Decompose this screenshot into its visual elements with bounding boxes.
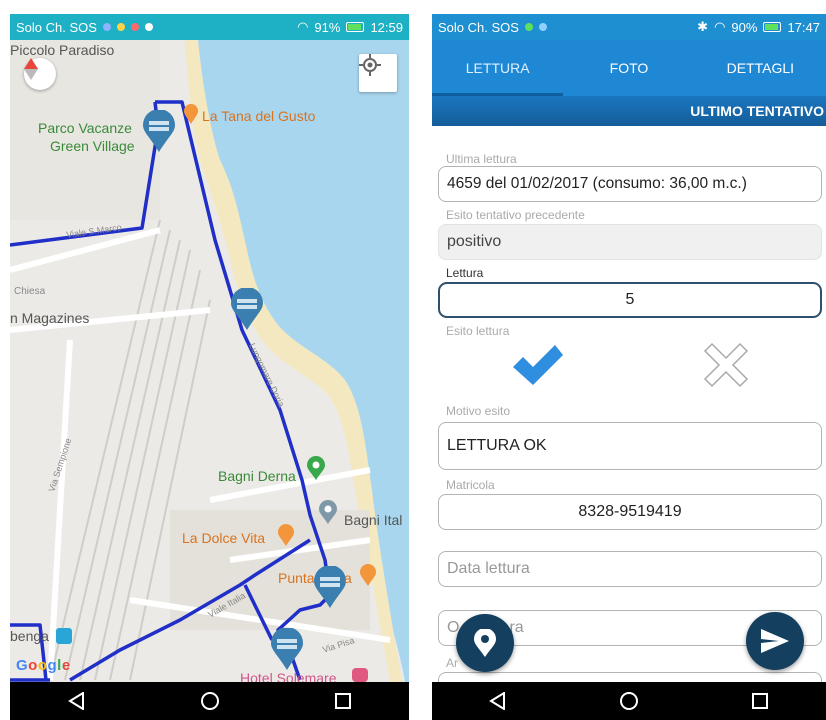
map-view[interactable]: Piccolo Paradiso Parco Vacanze Green Vil… [10,40,409,682]
map-label: Hotel Solemare [240,670,337,682]
esito-precedente-label: Esito tentativo precedente [446,208,585,222]
transit-icon[interactable] [56,628,72,644]
google-logo: Google [16,657,71,674]
esito-lettura-label: Esito lettura [446,324,510,338]
clock: 17:47 [787,19,820,35]
map-label: benga [10,628,49,644]
lettura-label: Lettura [446,266,484,280]
motivo-esito-field[interactable]: LETTURA OK [438,422,822,470]
wifi-icon: ◠ [714,19,726,34]
partial-field[interactable] [438,672,822,682]
home-icon [619,692,638,710]
send-button[interactable] [746,612,804,670]
map-label: La Dolce Vita [182,530,266,546]
my-location-button[interactable] [359,54,397,92]
data-lettura-input[interactable]: Data lettura [438,551,822,587]
esito-negativo-button[interactable] [696,340,756,390]
lettura-input[interactable]: 5 [438,282,822,318]
ultima-lettura-field[interactable]: 4659 del 01/02/2017 (consumo: 36,00 m.c.… [438,166,822,202]
reading-form-screen: Solo Ch. SOS ✱ ◠ 90% 17:47 LETTURA FOTO … [432,14,826,720]
back-button[interactable] [57,686,97,716]
back-button[interactable] [478,686,518,716]
home-icon [200,692,219,710]
map-label: Punta [278,570,315,586]
notification-icon [102,23,111,31]
battery-percent: 90% [731,19,758,35]
park-pin-icon[interactable] [307,456,325,480]
bluetooth-icon: ✱ [697,19,709,34]
battery-percent: 91% [314,19,341,35]
location-button[interactable] [456,614,514,672]
wifi-icon: ◠ [297,19,309,34]
tab-dettagli[interactable]: DETTAGLI [695,40,826,96]
map-marker-icon[interactable] [143,110,175,152]
map-marker-icon[interactable] [271,628,303,670]
cross-icon [703,342,749,388]
home-button[interactable] [190,686,230,716]
map-marker-icon[interactable] [314,566,346,608]
battery-icon [346,22,365,32]
reading-form: Ultima lettura 4659 del 01/02/2017 (cons… [432,126,826,682]
tab-bar: LETTURA FOTO DETTAGLI [432,40,826,96]
map-label: Bagni Derna [218,468,296,484]
check-icon [513,345,563,385]
recents-icon [334,693,351,709]
restaurant-pin-icon[interactable] [360,564,376,586]
map-label: Green Village [50,138,135,154]
map-label: Piccolo Paradiso [10,42,115,58]
map-screen: Solo Ch. SOS ◠ 91% 12:59 Piccolo Paradis… [10,14,409,720]
esito-positivo-button[interactable] [508,340,568,390]
map-label: Parco Vacanze [38,120,132,136]
partial-field-label: Ar [446,656,458,670]
battery-icon [763,22,782,32]
map-label: n Magazines [10,310,90,326]
esito-precedente-field: positivo [438,224,822,260]
notification-icon [538,23,547,31]
section-header: ULTIMO TENTATIVO [432,96,826,126]
place-pin-icon[interactable] [319,500,337,524]
location-pin-icon [474,629,496,657]
notification-icon [130,23,139,31]
compass-button[interactable] [24,58,56,90]
map-label: La Tana del Gusto [202,108,316,124]
recents-button[interactable] [323,686,363,716]
notification-icon [524,23,533,31]
tab-lettura[interactable]: LETTURA [432,40,564,96]
hotel-icon[interactable] [352,668,368,682]
compass-icon [24,58,38,80]
recents-icon [752,693,769,709]
matricola-field[interactable]: 8328-9519419 [438,494,822,530]
home-button[interactable] [609,686,649,716]
ultima-lettura-label: Ultima lettura [446,152,517,166]
status-bar: Solo Ch. SOS ◠ 91% 12:59 [10,14,409,40]
restaurant-pin-icon[interactable] [184,104,198,124]
map-marker-icon[interactable] [231,288,263,330]
carrier-label: Solo Ch. SOS [16,19,97,35]
tab-foto[interactable]: FOTO [563,40,694,96]
status-bar: Solo Ch. SOS ✱ ◠ 90% 17:47 [432,14,826,40]
back-icon [67,692,84,710]
motivo-esito-label: Motivo esito [446,404,511,418]
map-label: a [344,570,352,586]
recents-button[interactable] [740,686,780,716]
notification-icon [116,23,125,31]
system-nav-bar [432,682,826,720]
map-label: Bagni Ital [344,512,403,528]
clock: 12:59 [370,19,403,35]
locate-icon [359,54,381,76]
map-label: Chiesa [14,286,46,297]
back-icon [488,692,505,710]
matricola-label: Matricola [446,478,495,492]
restaurant-pin-icon[interactable] [278,524,294,546]
carrier-label: Solo Ch. SOS [438,19,519,35]
send-icon [761,629,789,653]
notification-icon [144,23,153,31]
system-nav-bar [10,682,409,720]
